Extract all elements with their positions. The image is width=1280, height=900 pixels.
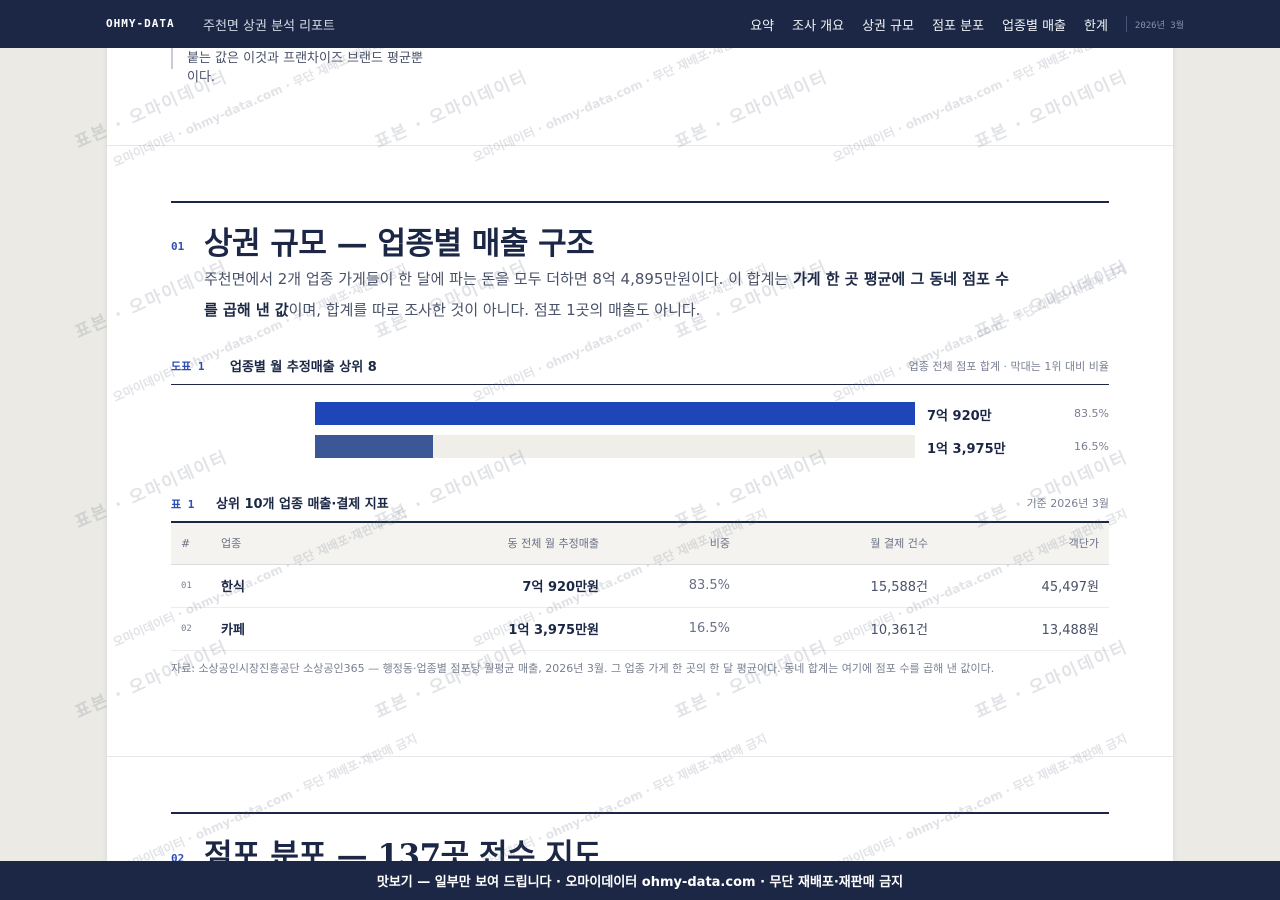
table-row: 01 한식 7억 920만원 83.5% 15,588건 45,497원 xyxy=(171,564,1109,608)
preview-banner: 맛보기 — 일부만 보여 드립니다 · 오마이데이터 ohmy-data.com… xyxy=(0,861,1280,900)
nav-item-market-size[interactable]: 상권 규모 xyxy=(862,15,914,34)
table-title: 상위 10개 업종 매출·결제 지표 xyxy=(216,497,389,512)
row-share: 83.5% xyxy=(599,564,730,608)
figure-header: 도표 1 업종별 월 추정매출 상위 8 업종 전체 점포 합계 · 막대는 1… xyxy=(171,354,1109,385)
nav-divider xyxy=(1125,16,1127,32)
bar-percent: 16.5% xyxy=(1074,440,1109,453)
column-header-category: 업종 xyxy=(221,523,341,565)
table-row: 02 카페 1억 3,975만원 16.5% 10,361건 13,488원 xyxy=(171,607,1109,651)
figure-note: 업종 전체 점포 합계 · 막대는 1위 대비 비율 xyxy=(908,360,1109,373)
bar-fill xyxy=(315,435,433,458)
report-date: 2026년 3월 xyxy=(1134,20,1184,31)
row-category: 한식 xyxy=(221,564,341,608)
figure-label: 도표 1 xyxy=(171,360,205,373)
bar-row: 카페 1억 3,975만 16.5% xyxy=(171,435,1109,459)
section-number: 01 xyxy=(171,240,185,253)
report-page: 붙는 값은 이것과 프랜차이즈 브랜드 평균뿐 이다. 01 상권 규모 — 업… xyxy=(107,0,1173,900)
intro-quote: 붙는 값은 이것과 프랜차이즈 브랜드 평균뿐 xyxy=(171,48,471,69)
section-divider xyxy=(107,756,1173,757)
section-rule xyxy=(171,812,1109,814)
nav-item-sales-by-category[interactable]: 업종별 매출 xyxy=(1002,15,1066,34)
row-avg-ticket: 13,488원 xyxy=(928,607,1109,651)
row-sales: 1억 3,975만원 xyxy=(341,607,599,651)
section-lead: 주천면에서 2개 업종 가게들이 한 달에 파는 돈을 모두 더하면 8억 4,… xyxy=(204,264,1014,326)
table-label: 표 1 xyxy=(171,498,195,511)
row-sales: 7억 920만원 xyxy=(341,564,599,608)
column-header-avg-ticket: 객단가 xyxy=(928,523,1109,565)
column-header-sales: 동 전체 월 추정매출 xyxy=(341,523,599,565)
table-note: 기준 2026년 3월 xyxy=(1026,497,1109,510)
bar-track xyxy=(315,435,915,458)
bar-value: 7억 920만 xyxy=(927,409,992,424)
row-category: 카페 xyxy=(221,607,341,651)
quote-line-1: 붙는 값은 이것과 프랜차이즈 브랜드 평균뿐 xyxy=(187,51,423,66)
figure-title: 업종별 월 추정매출 상위 8 xyxy=(230,360,377,375)
bar-percent: 83.5% xyxy=(1074,407,1109,420)
row-avg-ticket: 45,497원 xyxy=(928,564,1109,608)
column-header-index: # xyxy=(171,523,221,565)
row-transactions: 10,361건 xyxy=(730,607,928,651)
lead-text-1: 주천면에서 2개 업종 가게들이 한 달에 파는 돈을 모두 더하면 8억 4,… xyxy=(204,270,793,288)
report-title: 주천면 상권 분석 리포트 xyxy=(203,19,335,34)
section-rule xyxy=(171,201,1109,203)
brand-logo[interactable]: OHMY-DATA xyxy=(106,17,175,30)
nav-item-summary[interactable]: 요약 xyxy=(750,15,774,34)
lead-text-2: 이며, 합계를 따로 조사한 것이 아니다. 점포 1곳의 매출도 아니다. xyxy=(288,301,701,319)
bar-track xyxy=(315,402,915,425)
bar-row: 한식 7억 920만 83.5% xyxy=(171,402,1109,426)
bar-fill xyxy=(315,402,915,425)
row-index: 02 xyxy=(171,607,221,651)
row-share: 16.5% xyxy=(599,607,730,651)
main-nav: 요약 조사 개요 상권 규모 점포 분포 업종별 매출 한계 2026년 3월 xyxy=(732,0,1184,48)
column-header-share: 비중 xyxy=(599,523,730,565)
row-transactions: 15,588건 xyxy=(730,564,928,608)
preview-banner-text: 맛보기 — 일부만 보여 드립니다 · 오마이데이터 ohmy-data.com… xyxy=(376,875,904,890)
table-header-row: # 업종 동 전체 월 추정매출 비중 월 결제 건수 객단가 xyxy=(171,523,1109,565)
nav-item-survey-overview[interactable]: 조사 개요 xyxy=(792,15,844,34)
table-source-note: 자료: 소상공인시장진흥공단 소상공인365 — 행정동·업종별 점포당 월평균… xyxy=(171,662,995,675)
bar-value: 1억 3,975만 xyxy=(927,442,1006,457)
quote-line-2: 이다. xyxy=(187,70,216,85)
section-divider xyxy=(107,145,1173,146)
section-title: 상권 규모 — 업종별 매출 구조 xyxy=(204,226,595,262)
row-index: 01 xyxy=(171,564,221,608)
nav-item-limitations[interactable]: 한계 xyxy=(1084,15,1108,34)
table-header: 표 1 상위 10개 업종 매출·결제 지표 기준 2026년 3월 xyxy=(171,491,1109,523)
top-nav-bar: OHMY-DATA 주천면 상권 분석 리포트 요약 조사 개요 상권 규모 점… xyxy=(0,0,1280,48)
column-header-transactions: 월 결제 건수 xyxy=(730,523,928,565)
nav-item-store-distribution[interactable]: 점포 분포 xyxy=(932,15,984,34)
metrics-table: # 업종 동 전체 월 추정매출 비중 월 결제 건수 객단가 01 한식 7억… xyxy=(171,523,1109,651)
